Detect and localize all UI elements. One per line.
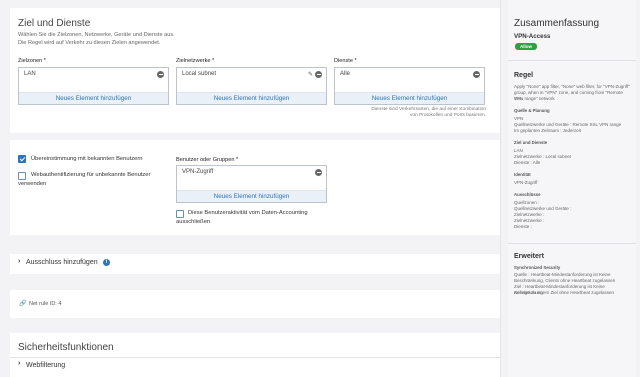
net-rule-label: Net rule ID: 4 xyxy=(29,301,62,307)
user-groups-add-button[interactable]: Neues Element hinzufügen xyxy=(177,190,326,202)
services-select[interactable]: Alle Neues Element hinzufügen xyxy=(334,67,485,105)
section-subtitle-2: Die Regel wird auf Verkehr zu diesen Zie… xyxy=(18,40,161,46)
summary-title: Zusammenfassung xyxy=(514,18,600,29)
info-icon[interactable]: i xyxy=(103,259,110,266)
section-title: Ziel und Dienste xyxy=(18,18,91,29)
excl-2: Quellnetzwerke und Geräte : xyxy=(514,206,572,211)
pencil-icon[interactable]: ✎ xyxy=(308,71,313,78)
destination-services-card: Ziel und Dienste Wählen Sie die Zielzone… xyxy=(10,8,500,133)
exclusions-heading: Ausschlüsse xyxy=(514,192,541,197)
exclusion-row[interactable]: › Ausschluss hinzufügen i xyxy=(10,254,500,274)
security-card: Sicherheitsfunktionen › Webfilterung xyxy=(10,333,500,377)
source-3: Im geplanten Zeitraum : Jederzeit xyxy=(514,128,582,133)
accounting-label-2: ausschließen xyxy=(176,219,211,225)
webfilter-label[interactable]: Webfilterung xyxy=(26,362,65,369)
source-heading: Quelle & Planung xyxy=(514,108,550,113)
user-groups-label: Benutzer oder Gruppen * xyxy=(176,157,239,163)
networks-label: Zielnetzwerke * xyxy=(176,58,215,64)
source-2: Quellnetzwerke und Geräte : Remote SSL V… xyxy=(514,122,622,127)
policy-name: VPN-Access xyxy=(514,33,551,40)
accounting-checkbox[interactable] xyxy=(176,210,184,218)
excl-5: Dienste : xyxy=(514,224,532,229)
zones-label: Zielzonen * xyxy=(18,58,46,64)
match-known-users-checkbox[interactable] xyxy=(18,155,26,163)
rule-heading: Regel xyxy=(514,72,534,79)
chevron-right-icon: › xyxy=(18,360,21,367)
webauth-label-2: verwenden xyxy=(18,181,47,187)
excl-1: Quellzonen : xyxy=(514,200,540,205)
allow-badge: Allow xyxy=(515,43,537,50)
user-groups-value: VPN-Zugriff xyxy=(182,169,214,175)
services-add-button[interactable]: Neues Element hinzufügen xyxy=(335,92,484,104)
sync-4: Anfrage zu einem Ziel ohne Heartbeat zug… xyxy=(514,290,615,295)
webauth-label-1: Webauthentifizierung für unbekannte Benu… xyxy=(31,172,151,178)
net-rule-card: 🔗 Net rule ID: 4 xyxy=(10,290,500,318)
security-title: Sicherheitsfunktionen xyxy=(18,342,114,353)
accounting-label-1: Diese Benutzeraktivität vom Daten-Accoun… xyxy=(188,210,308,216)
dest-2: Zielnetzwerke : Local subnet xyxy=(514,154,572,159)
zones-select[interactable]: LAN Neues Element hinzufügen xyxy=(18,67,169,105)
services-value: Alle xyxy=(340,71,351,77)
summary-panel: Zusammenfassung VPN-Access Allow xyxy=(508,0,636,377)
chevron-right-icon: › xyxy=(18,258,21,265)
zones-value: LAN xyxy=(24,71,36,77)
main-panel: Ziel und Dienste Wählen Sie die Zielzone… xyxy=(0,0,507,377)
rule-text-3: VPN range" network xyxy=(514,96,555,101)
excl-3: Zielnetzwerke : xyxy=(514,212,545,217)
user-groups-select[interactable]: VPN-Zugriff Neues Element hinzufügen xyxy=(176,165,327,203)
match-known-users-label: Übereinstimmung mit bekannten Benutzern xyxy=(31,156,143,162)
divider xyxy=(508,60,636,61)
services-label: Dienste * xyxy=(334,58,357,64)
services-hint-2: von Protokollen und Ports basieren. xyxy=(410,113,486,118)
networks-add-button[interactable]: Neues Element hinzufügen xyxy=(177,92,326,104)
networks-select[interactable]: Local subnet ✎ Neues Element hinzufügen xyxy=(176,67,327,105)
excl-4: Zielnetzwerke : xyxy=(514,218,545,223)
source-1: VPN xyxy=(514,116,524,121)
dest-1: LAN xyxy=(514,148,523,153)
identity-1: VPN-Zugriff xyxy=(514,180,538,185)
zones-add-button[interactable]: Neues Element hinzufügen xyxy=(19,92,168,104)
remove-icon[interactable] xyxy=(315,71,322,78)
sync-1: Quelle : Heartbeat-Mindestanforderung is… xyxy=(514,272,611,277)
divider xyxy=(10,357,500,358)
sync-heading: Synchronized Security xyxy=(514,265,561,270)
advanced-heading: Erweitert xyxy=(514,253,544,260)
section-subtitle-1: Wählen Sie die Zielzonen, Netzwerke, Ger… xyxy=(18,32,175,38)
divider xyxy=(508,243,636,244)
sync-2: Beschränkung, Clients ohne Heartbeat zug… xyxy=(514,278,616,283)
identity-heading: Identität xyxy=(514,172,531,177)
summary-sidebar: Zusammenfassung VPN-Access Allow Regel A… xyxy=(500,0,640,377)
rule-text-1: Apply "None" app filter, "None" web filt… xyxy=(514,84,630,89)
webauth-checkbox[interactable] xyxy=(18,172,26,180)
networks-value: Local subnet xyxy=(182,71,217,77)
remove-icon[interactable] xyxy=(473,71,480,78)
dest-heading: Ziel und Dienste xyxy=(514,140,548,145)
exclusion-label: Ausschluss hinzufügen xyxy=(26,259,98,266)
remove-icon[interactable] xyxy=(157,71,164,78)
link-icon: 🔗 xyxy=(19,301,27,307)
remove-icon[interactable] xyxy=(315,169,322,176)
dest-3: Dienste : Alle xyxy=(514,160,541,165)
users-card: Übereinstimmung mit bekannten Benutzern … xyxy=(10,140,500,235)
